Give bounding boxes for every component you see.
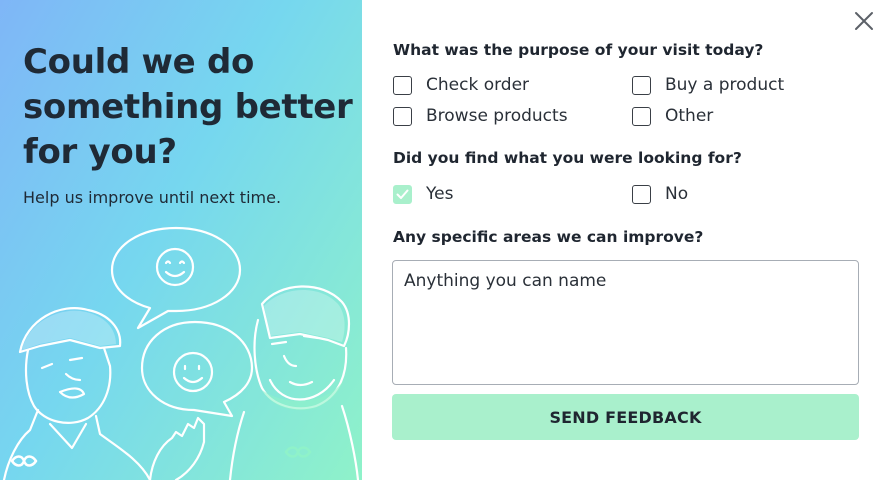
waving-hand — [148, 416, 206, 480]
option-check-order[interactable]: Check order — [393, 75, 529, 95]
checkbox[interactable] — [393, 75, 412, 95]
option-other[interactable]: Other — [632, 106, 713, 126]
question-improve: Any specific areas we can improve? — [393, 228, 704, 246]
hero-subline: Help us improve until next time. — [23, 188, 282, 207]
option-label: Buy a product — [665, 75, 785, 95]
checkbox[interactable] — [632, 75, 651, 95]
checkbox[interactable] — [632, 184, 651, 204]
option-label: Yes — [426, 184, 454, 204]
hero-headline: Could we do something better for you? — [23, 42, 353, 172]
option-no[interactable]: No — [632, 184, 688, 204]
people-chatting-illustration — [2, 226, 360, 480]
checkbox-checked[interactable] — [393, 184, 412, 204]
checkmark-icon — [396, 189, 409, 199]
close-icon — [855, 12, 873, 30]
checkbox[interactable] — [393, 106, 412, 126]
option-yes[interactable]: Yes — [393, 184, 453, 204]
speech-bubble-top — [110, 226, 242, 330]
send-feedback-button[interactable]: SEND FEEDBACK — [392, 394, 859, 440]
question-purpose: What was the purpose of your visit today… — [393, 41, 764, 59]
option-label: Check order — [426, 75, 530, 95]
hero-panel: Could we do something better for you? He… — [0, 0, 362, 480]
close-button[interactable] — [851, 8, 877, 34]
option-buy-a-product[interactable]: Buy a product — [632, 75, 784, 95]
option-label: No — [665, 184, 689, 204]
speech-bubble-middle — [140, 320, 254, 418]
option-label: Browse products — [426, 106, 568, 126]
checkbox[interactable] — [632, 106, 651, 126]
option-label: Other — [665, 106, 714, 126]
infinity-icon — [10, 455, 38, 467]
question-found: Did you find what you were looking for? — [393, 149, 742, 167]
improvement-textarea[interactable] — [392, 260, 859, 385]
survey-panel: What was the purpose of your visit today… — [362, 0, 885, 480]
option-browse-products[interactable]: Browse products — [393, 106, 568, 126]
feedback-modal: Could we do something better for you? He… — [0, 0, 885, 480]
